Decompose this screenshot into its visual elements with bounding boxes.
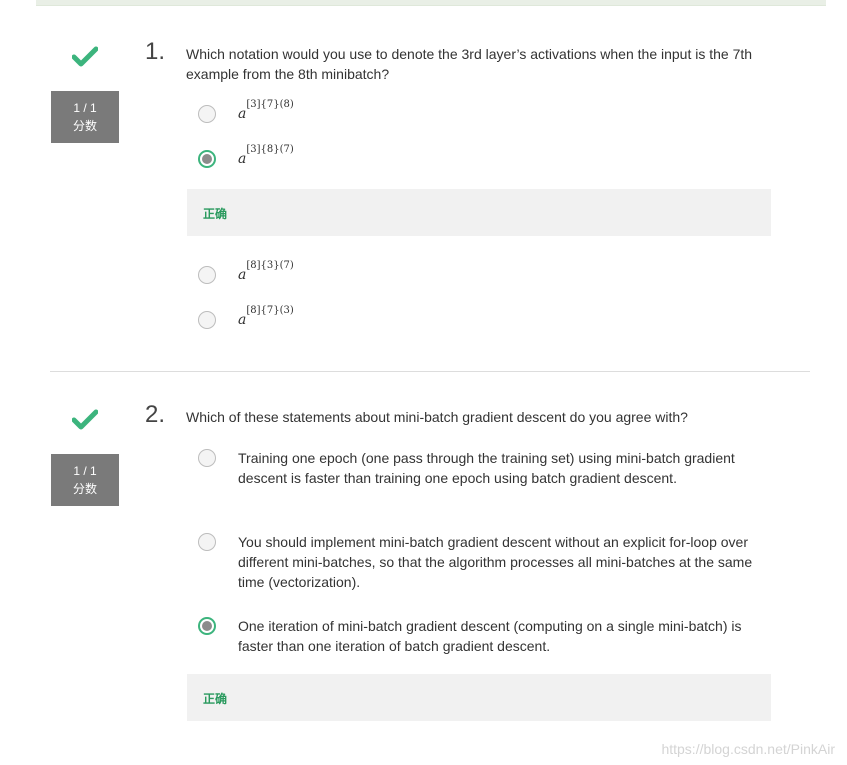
- option-radio[interactable]: [198, 533, 216, 551]
- option-radio[interactable]: [198, 311, 216, 329]
- option-radio[interactable]: [198, 105, 216, 123]
- option-math[interactable]: a[8]{3}(7): [238, 260, 294, 283]
- question-divider: [50, 371, 810, 372]
- option-text[interactable]: Training one epoch (one pass through the…: [238, 448, 753, 488]
- feedback-correct-label: 正确: [203, 207, 228, 221]
- score-unit: 分数: [72, 119, 97, 133]
- score-unit: 分数: [72, 482, 97, 496]
- feedback-box: [187, 189, 771, 236]
- check-icon: [72, 408, 98, 430]
- watermark: https://blog.csdn.net/PinkAir: [661, 741, 835, 757]
- math-sup: [3]{8}(7): [246, 143, 294, 155]
- question-text: Which notation would you use to denote t…: [186, 46, 753, 82]
- option-math[interactable]: a[8]{7}(3): [238, 305, 294, 328]
- math-sup: [8]{3}(7): [246, 259, 294, 271]
- question-number: 2.: [145, 401, 166, 428]
- question-text: Which of these statements about mini-bat…: [186, 409, 688, 425]
- option-math[interactable]: a[3]{7}(8): [238, 99, 294, 122]
- check-icon: [72, 45, 98, 67]
- score-badge: 1 / 1 分数: [51, 454, 119, 506]
- option-text[interactable]: You should implement mini-batch gradient…: [238, 532, 758, 592]
- option-math[interactable]: a[3]{8}(7): [238, 144, 294, 167]
- option-radio[interactable]: [198, 266, 216, 284]
- feedback-box: [187, 674, 771, 721]
- math-sup: [3]{7}(8): [246, 98, 294, 110]
- option-radio-selected[interactable]: [198, 150, 216, 168]
- question-number: 1.: [145, 38, 166, 65]
- score-value: 1 / 1: [73, 464, 97, 478]
- math-sup: [8]{7}(3): [246, 304, 294, 316]
- option-radio-selected[interactable]: [198, 617, 216, 635]
- option-radio[interactable]: [198, 449, 216, 467]
- feedback-correct-label: 正确: [203, 692, 228, 706]
- score-value: 1 / 1: [73, 101, 97, 115]
- score-badge: 1 / 1 分数: [51, 91, 119, 143]
- option-text[interactable]: One iteration of mini-batch gradient des…: [238, 616, 753, 656]
- previous-section-edge: [36, 0, 826, 6]
